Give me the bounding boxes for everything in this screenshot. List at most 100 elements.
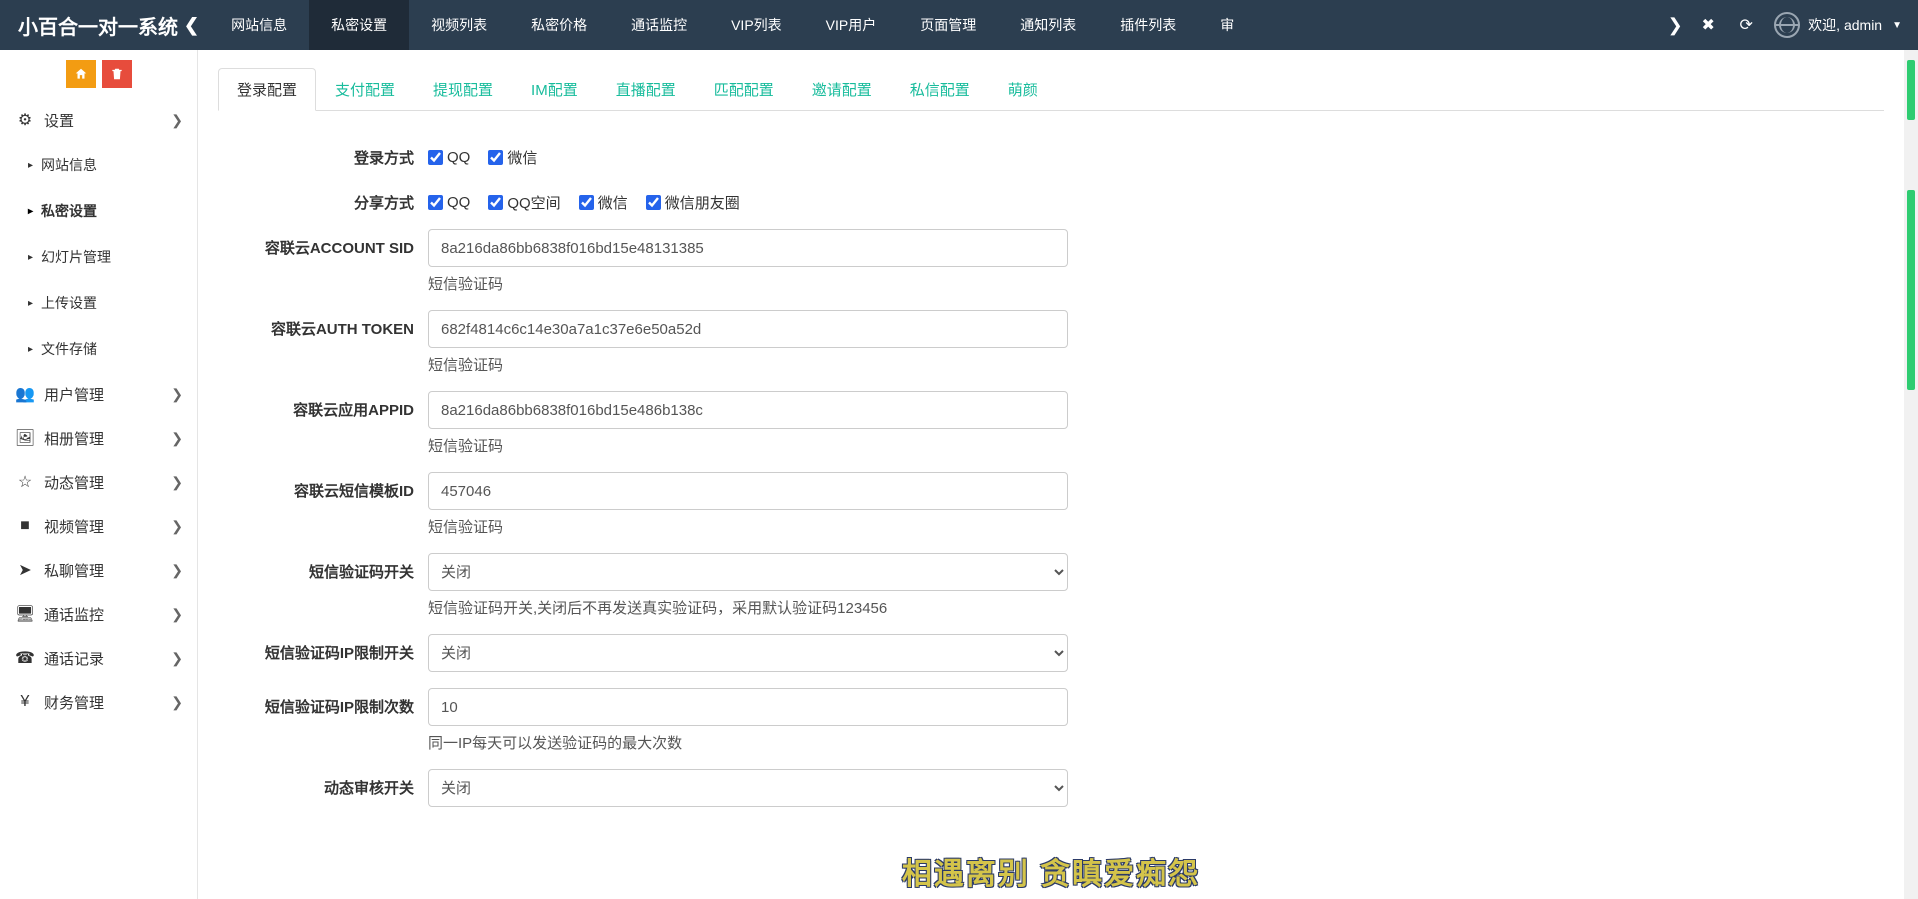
triangle-right-icon: ▸ <box>28 252 33 263</box>
sidebar-group-4[interactable]: ■视频管理❯ <box>0 504 197 548</box>
topbar-right: ✖ ⟳ 欢迎, admin ▼ <box>1688 12 1918 38</box>
select-dyn-audit[interactable]: 关闭 <box>428 769 1068 807</box>
sidebar-item-0-2[interactable]: ▸ 幻灯片管理 <box>0 234 197 280</box>
help-tpl-id: 短信验证码 <box>428 516 1098 537</box>
share-checkbox-3[interactable] <box>646 195 661 210</box>
sidebar-actions <box>0 50 197 98</box>
close-icon[interactable]: ✖ <box>1698 15 1718 35</box>
share-checkbox-1[interactable] <box>488 195 503 210</box>
chevron-right-icon: ❯ <box>171 474 183 491</box>
tab-1[interactable]: 支付配置 <box>316 68 414 111</box>
user-menu[interactable]: 欢迎, admin ▼ <box>1774 12 1902 38</box>
sidebar-group-icon: ☎ <box>14 648 36 668</box>
help-auth-token: 短信验证码 <box>428 354 1098 375</box>
checkbox-label: 微信 <box>507 147 537 168</box>
delete-button[interactable] <box>102 60 132 88</box>
chevron-right-icon: ❯ <box>171 650 183 667</box>
select-sms-switch[interactable]: 关闭 <box>428 553 1068 591</box>
sidebar-group-icon: 🖥 <box>14 604 36 624</box>
home-button[interactable] <box>66 60 96 88</box>
chevron-right-icon: ❯ <box>171 112 183 129</box>
refresh-icon[interactable]: ⟳ <box>1736 15 1756 35</box>
login-option-0[interactable]: QQ <box>428 149 470 166</box>
sidebar-group-3[interactable]: ☆动态管理❯ <box>0 460 197 504</box>
sidebar-item-0-1[interactable]: ▸私密设置 <box>0 188 197 234</box>
sidebar-item-0-4[interactable]: ▸文件存储 <box>0 326 197 372</box>
topnav-item-1[interactable]: 私密设置 <box>309 0 409 50</box>
tab-7[interactable]: 私信配置 <box>891 68 989 111</box>
login-option-1[interactable]: 微信 <box>488 147 537 168</box>
help-sms-switch: 短信验证码开关,关闭后不再发送真实验证码，采用默认验证码123456 <box>428 597 1098 618</box>
label-ip-switch: 短信验证码IP限制开关 <box>218 634 428 663</box>
input-account-sid[interactable] <box>428 229 1068 267</box>
label-tpl-id: 容联云短信模板ID <box>218 472 428 501</box>
sidebar-group-0[interactable]: ⚙设置❯ <box>0 98 197 142</box>
sidebar-item-label: 上传设置 <box>41 293 97 313</box>
input-app-id[interactable] <box>428 391 1068 429</box>
sidebar-group-icon: ☆ <box>14 472 36 492</box>
sidebar-item-label: 幻灯片管理 <box>41 247 111 267</box>
topnav-item-5[interactable]: VIP列表 <box>709 0 804 50</box>
topnav-item-4[interactable]: 通话监控 <box>609 0 709 50</box>
sidebar-group-5[interactable]: ➤私聊管理❯ <box>0 548 197 592</box>
sidebar-group-8[interactable]: ¥财务管理❯ <box>0 680 197 724</box>
login-checkbox-1[interactable] <box>488 150 503 165</box>
collapse-sidebar-icon[interactable]: ❮ <box>184 15 199 36</box>
share-option-0[interactable]: QQ <box>428 194 470 211</box>
tab-0[interactable]: 登录配置 <box>218 68 316 111</box>
tab-4[interactable]: 直播配置 <box>597 68 695 111</box>
tab-5[interactable]: 匹配配置 <box>695 68 793 111</box>
sidebar-group-1[interactable]: 👥用户管理❯ <box>0 372 197 416</box>
sidebar-group-6[interactable]: 🖥通话监控❯ <box>0 592 197 636</box>
tab-2[interactable]: 提现配置 <box>414 68 512 111</box>
sidebar-item-label: 网站信息 <box>41 155 97 175</box>
topnav-item-2[interactable]: 视频列表 <box>409 0 509 50</box>
chevron-right-icon: ❯ <box>171 386 183 403</box>
sidebar-group-7[interactable]: ☎通话记录❯ <box>0 636 197 680</box>
sidebar-group-icon: ¥ <box>14 693 36 711</box>
checkbox-label: 微信 <box>598 192 628 213</box>
share-option-1[interactable]: QQ空间 <box>488 192 560 213</box>
home-icon <box>74 67 88 81</box>
topnav-item-3[interactable]: 私密价格 <box>509 0 609 50</box>
label-dyn-audit: 动态审核开关 <box>218 769 428 798</box>
checkbox-label: 微信朋友圈 <box>665 192 740 213</box>
triangle-right-icon: ▸ <box>28 206 33 217</box>
form: 登录方式 QQ微信 分享方式 QQQQ空间微信微信朋友圈 容联云ACCOUNT … <box>218 139 1098 807</box>
help-app-id: 短信验证码 <box>428 435 1098 456</box>
select-ip-switch[interactable]: 关闭 <box>428 634 1068 672</box>
topbar: 小百合一对一系统 ❮ 网站信息私密设置视频列表私密价格通话监控VIP列表VIP用… <box>0 0 1918 50</box>
topnav-item-9[interactable]: 插件列表 <box>1098 0 1198 50</box>
topnav-item-6[interactable]: VIP用户 <box>804 0 899 50</box>
input-ip-count[interactable] <box>428 688 1068 726</box>
tab-6[interactable]: 邀请配置 <box>793 68 891 111</box>
sidebar-group-label: 设置 <box>44 110 74 131</box>
topnav-item-7[interactable]: 页面管理 <box>898 0 998 50</box>
help-ip-count: 同一IP每天可以发送验证码的最大次数 <box>428 732 1098 753</box>
login-checkbox-0[interactable] <box>428 150 443 165</box>
sidebar-item-label: 文件存储 <box>41 339 97 359</box>
label-login-method: 登录方式 <box>218 139 428 168</box>
tab-3[interactable]: IM配置 <box>512 68 597 111</box>
help-account-sid: 短信验证码 <box>428 273 1098 294</box>
topnav-item-8[interactable]: 通知列表 <box>998 0 1098 50</box>
chevron-right-icon: ❯ <box>171 606 183 623</box>
chevron-right-icon: ❯ <box>171 562 183 579</box>
sidebar-group-2[interactable]: 🖼相册管理❯ <box>0 416 197 460</box>
share-option-3[interactable]: 微信朋友圈 <box>646 192 740 213</box>
trash-icon <box>110 67 124 81</box>
right-scroll-indicator <box>1904 50 1918 899</box>
topnav-item-10[interactable]: 审 <box>1198 0 1256 50</box>
input-tpl-id[interactable] <box>428 472 1068 510</box>
share-checkbox-0[interactable] <box>428 195 443 210</box>
topnav-item-0[interactable]: 网站信息 <box>209 0 309 50</box>
sidebar-item-0-3[interactable]: ▸上传设置 <box>0 280 197 326</box>
share-option-2[interactable]: 微信 <box>579 192 628 213</box>
sidebar-item-0-0[interactable]: ▸网站信息 <box>0 142 197 188</box>
sidebar-group-label: 用户管理 <box>44 384 104 405</box>
chevron-right-icon: ❯ <box>171 430 183 447</box>
input-auth-token[interactable] <box>428 310 1068 348</box>
topnav-next-icon[interactable]: ❯ <box>1662 0 1688 50</box>
tab-8[interactable]: 萌颜 <box>989 68 1057 111</box>
share-checkbox-2[interactable] <box>579 195 594 210</box>
